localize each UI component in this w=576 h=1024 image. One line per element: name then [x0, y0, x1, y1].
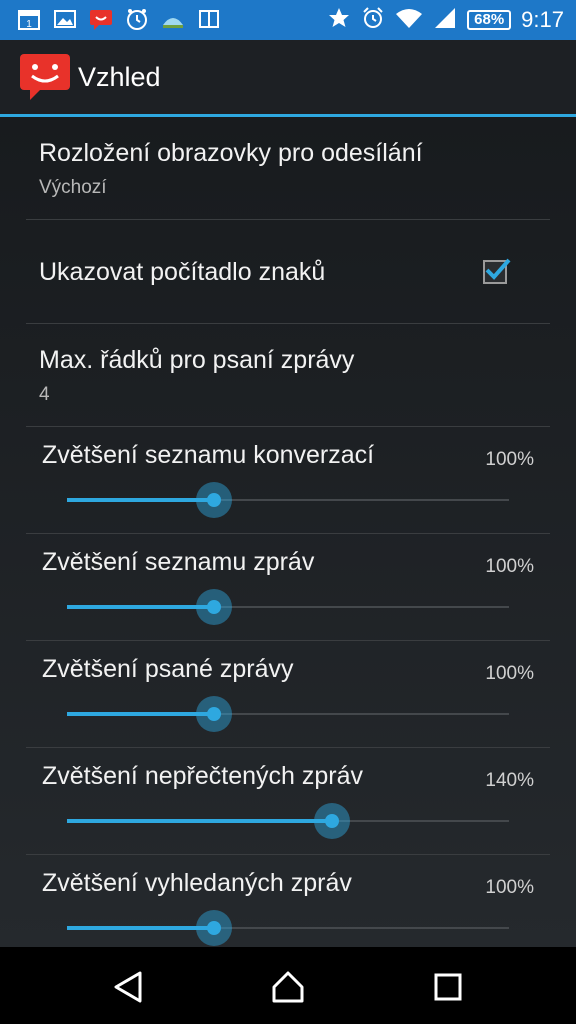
slider-pref-searched-messages: Zvětšení vyhledaných zpráv 100%: [26, 855, 550, 947]
pref-max-compose-lines[interactable]: Max. řádků pro psaní zprávy 4: [26, 324, 550, 427]
slider-track[interactable]: [67, 482, 509, 518]
preferences-list[interactable]: Rozložení obrazovky pro odesílání Výchoz…: [0, 117, 576, 947]
alarm-app-icon: [124, 6, 150, 32]
slider-thumb[interactable]: [314, 803, 351, 839]
star-icon: [327, 6, 351, 35]
recents-icon[interactable]: [428, 967, 468, 1007]
pref-title: Ukazovat počítadlo znaků: [39, 258, 326, 286]
slider-pref-unread-messages: Zvětšení nepřečtených zpráv 140%: [26, 748, 550, 855]
slider-fill: [67, 712, 215, 716]
pref-title: Rozložení obrazovky pro odesílání: [39, 139, 423, 167]
action-bar: Vzhled: [0, 40, 576, 114]
pref-summary: 4: [39, 384, 50, 405]
slider-title: Zvětšení seznamu zpráv: [42, 548, 315, 576]
slider-thumb[interactable]: [196, 696, 233, 732]
slider-track[interactable]: [67, 589, 509, 625]
back-icon[interactable]: [108, 967, 148, 1007]
calendar-icon: 1: [16, 6, 42, 32]
smiley-message-icon[interactable]: [18, 52, 72, 107]
navigation-bar: [0, 947, 576, 1024]
slider-title: Zvětšení seznamu konverzací: [42, 441, 375, 469]
slider-title: Zvětšení nepřečtených zpráv: [42, 762, 363, 790]
slider-fill: [67, 498, 215, 502]
slider-fill: [67, 926, 215, 930]
slider-value: 100%: [485, 556, 534, 577]
home-icon[interactable]: [268, 967, 308, 1007]
slider-value: 100%: [485, 877, 534, 898]
slider-track[interactable]: [67, 910, 509, 946]
slider-track[interactable]: [67, 696, 509, 732]
slider-thumb[interactable]: [196, 482, 233, 518]
alarm-clock-icon: [361, 6, 385, 35]
svg-text:1: 1: [26, 19, 32, 30]
slider-fill: [67, 819, 333, 823]
slider-thumb[interactable]: [196, 910, 233, 946]
slider-title: Zvětšení psané zprávy: [42, 655, 294, 683]
slider-value: 100%: [485, 663, 534, 684]
pref-title: Max. řádků pro psaní zprávy: [39, 346, 355, 374]
sms-notification-icon: [88, 6, 114, 32]
slider-track[interactable]: [67, 803, 509, 839]
char-counter-checkbox[interactable]: [483, 258, 511, 284]
slider-pref-message-list: Zvětšení seznamu zpráv 100%: [26, 534, 550, 641]
status-bar: 1 68% 9:17: [0, 0, 576, 40]
weather-icon: [160, 6, 186, 32]
gallery-icon: [52, 6, 78, 32]
slider-value: 100%: [485, 449, 534, 470]
book-icon: [196, 6, 222, 32]
slider-pref-compose-message: Zvětšení psané zprávy 100%: [26, 641, 550, 748]
slider-title: Zvětšení vyhledaných zpráv: [42, 869, 352, 897]
pref-send-screen-layout[interactable]: Rozložení obrazovky pro odesílání Výchoz…: [26, 117, 550, 220]
battery-icon: 68%: [467, 10, 512, 30]
clock: 9:17: [521, 7, 564, 32]
slider-fill: [67, 605, 215, 609]
slider-value: 140%: [485, 770, 534, 791]
slider-thumb[interactable]: [196, 589, 233, 625]
signal-icon: [433, 6, 457, 35]
wifi-icon: [395, 6, 423, 35]
slider-pref-conversation-list: Zvětšení seznamu konverzací 100%: [26, 427, 550, 534]
pref-show-char-counter[interactable]: Ukazovat počítadlo znaků: [26, 220, 550, 324]
pref-summary: Výchozí: [39, 177, 107, 198]
page-title: Vzhled: [78, 62, 161, 92]
